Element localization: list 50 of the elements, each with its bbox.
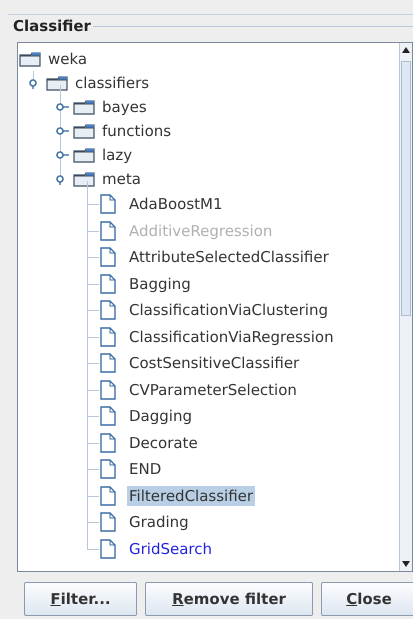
folder-icon [19, 51, 41, 67]
document-icon [100, 194, 116, 214]
folder-icon [46, 75, 68, 91]
folder-label[interactable]: classifiers [73, 73, 152, 93]
tree-handle-icon[interactable] [56, 149, 70, 161]
document-icon [100, 247, 116, 268]
tree-handle-icon[interactable] [56, 125, 70, 137]
dialog-button[interactable]: Remove filter [145, 582, 313, 616]
document-icon [100, 326, 116, 347]
document-icon [100, 220, 116, 241]
document-icon [100, 380, 116, 400]
classifier-item[interactable]: Dagging [127, 406, 194, 426]
document-icon [100, 300, 116, 320]
document-icon [100, 512, 116, 532]
classifier-item[interactable]: AttributeSelectedClassifier [127, 247, 331, 268]
classifier-item[interactable]: ClassificationViaClustering [127, 300, 330, 320]
panel-title: Classifier [12, 17, 92, 35]
classifier-item[interactable]: AdaBoostM1 [127, 194, 225, 214]
folder-label[interactable]: weka [46, 49, 90, 69]
folder-label[interactable]: bayes [100, 97, 149, 117]
document-icon [100, 274, 116, 294]
document-icon [100, 538, 116, 559]
scroll-thumb[interactable] [401, 61, 411, 316]
scrollbar[interactable] [399, 43, 412, 571]
document-icon [100, 406, 116, 426]
document-icon [100, 459, 116, 480]
folder-icon [73, 171, 95, 187]
classifier-item[interactable]: Decorate [127, 432, 200, 453]
classifier-item[interactable]: FilteredClassifier [127, 486, 256, 506]
folder-icon [73, 147, 95, 163]
folder-label[interactable]: lazy [100, 145, 134, 165]
classifier-item[interactable]: CostSensitiveClassifier [127, 353, 302, 374]
classifier-item[interactable]: Grading [127, 512, 191, 532]
dialog-button[interactable]: Close [321, 582, 413, 616]
tree-handle-icon[interactable] [56, 101, 70, 113]
folder-icon [73, 99, 95, 115]
classifier-item[interactable]: Bagging [127, 274, 193, 294]
folder-icon [73, 123, 95, 139]
document-icon [100, 353, 116, 374]
folder-label[interactable]: meta [100, 169, 143, 189]
classifier-item[interactable]: GridSearch [127, 538, 214, 559]
classifier-item[interactable]: END [127, 459, 164, 480]
document-icon [100, 486, 116, 506]
scroll-down-icon[interactable] [401, 560, 411, 568]
dialog-button[interactable]: Filter... [24, 582, 137, 616]
folder-label[interactable]: functions [100, 121, 174, 141]
document-icon [100, 432, 116, 453]
scroll-up-icon[interactable] [401, 46, 411, 54]
classifier-item[interactable]: ClassificationViaRegression [127, 326, 336, 347]
classifier-item[interactable]: CVParameterSelection [127, 380, 299, 400]
